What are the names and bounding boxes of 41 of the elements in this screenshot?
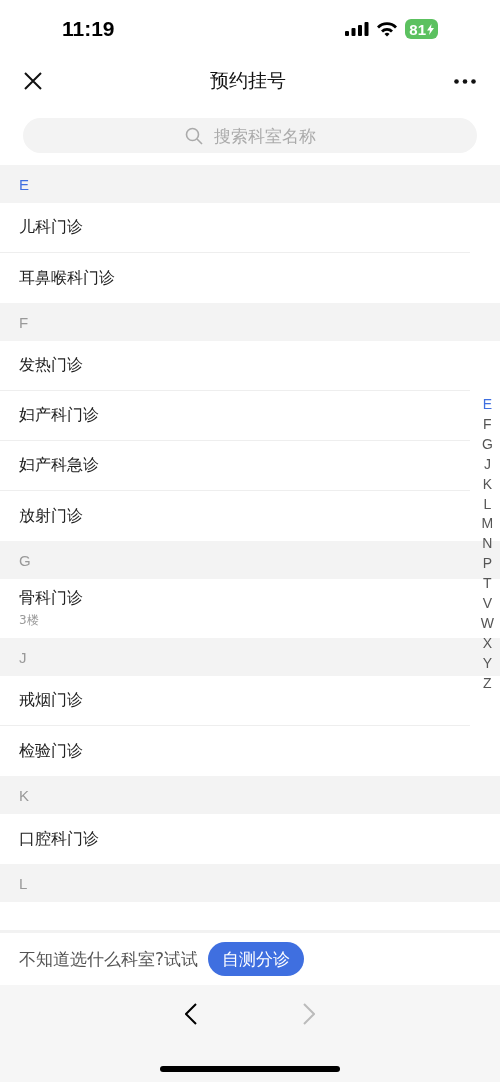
section-header: K [0, 776, 500, 814]
department-item[interactable]: 检验门诊 [0, 726, 470, 776]
index-letter[interactable]: X [482, 633, 493, 654]
more-icon[interactable] [454, 78, 476, 84]
section-header: L [0, 864, 500, 902]
section-header: F [0, 303, 500, 341]
index-letter[interactable]: E [482, 395, 493, 415]
department-item[interactable]: 妇产科门诊 [0, 391, 470, 441]
department-item[interactable]: 放射门诊 [0, 491, 470, 541]
department-item[interactable]: 耳鼻喉科门诊 [0, 253, 470, 303]
department-item[interactable]: 戒烟门诊 [0, 676, 470, 726]
signal-icon [345, 22, 370, 36]
index-letter[interactable]: L [483, 494, 492, 515]
index-letter[interactable]: T [483, 574, 492, 595]
index-letter[interactable]: M [481, 514, 494, 535]
section-header: E [0, 165, 500, 203]
status-time: 11:19 [62, 17, 115, 41]
index-letter[interactable]: Z [483, 673, 492, 694]
index-letter[interactable]: K [482, 474, 493, 495]
department-item[interactable]: 骨科门诊 3楼 [0, 579, 470, 638]
index-letter[interactable]: W [480, 613, 494, 634]
search-field[interactable]: 搜索科室名称 [23, 118, 477, 153]
index-letter[interactable]: Y [482, 653, 493, 674]
department-item[interactable]: 妇产科急诊 [0, 441, 470, 491]
close-icon[interactable] [24, 72, 42, 90]
wifi-icon [376, 21, 399, 37]
page-title: 预约挂号 [210, 68, 286, 93]
back-icon[interactable] [185, 1003, 197, 1025]
department-item[interactable]: 发热门诊 [0, 341, 470, 391]
index-letter[interactable]: J [483, 454, 491, 475]
index-letter[interactable]: N [482, 534, 493, 555]
search-icon [185, 127, 203, 145]
battery-indicator: 81 [405, 19, 438, 39]
index-letter[interactable]: P [482, 554, 493, 575]
self-triage-button[interactable]: 自测分诊 [208, 942, 305, 976]
department-item[interactable]: 儿科门诊 [0, 203, 470, 253]
department-item[interactable]: 口腔科门诊 [0, 814, 470, 864]
index-letter[interactable]: V [482, 594, 493, 614]
triage-prompt: 不知道选什么科室?试试 [19, 947, 199, 971]
index-letter[interactable]: G [481, 434, 493, 455]
index-letter[interactable]: F [483, 414, 492, 435]
